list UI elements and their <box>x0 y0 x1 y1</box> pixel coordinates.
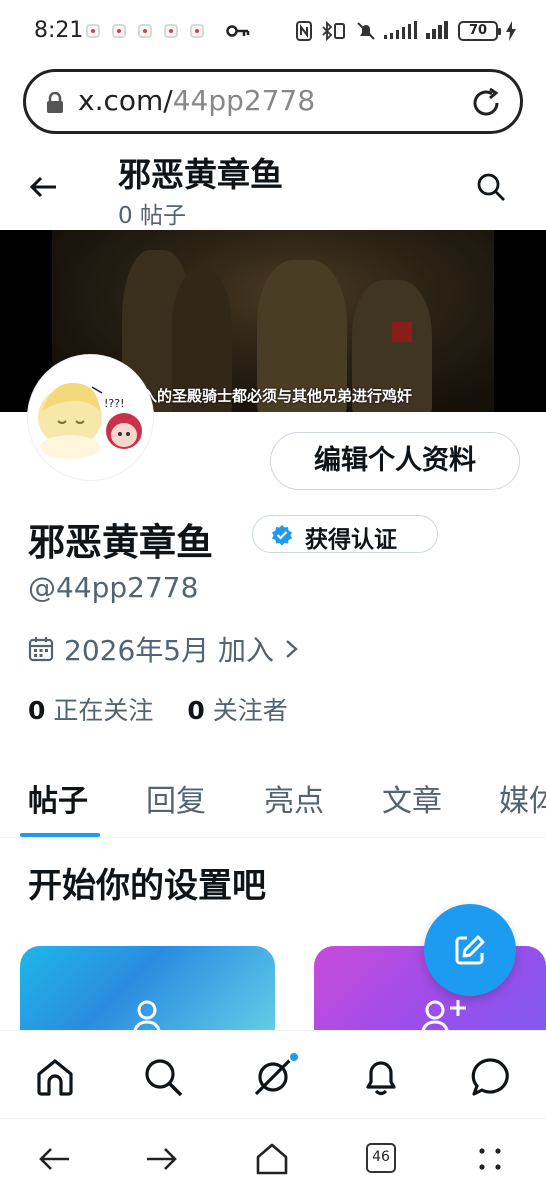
joined-label: 2026年5月 加入 <box>64 634 274 667</box>
nfc-icon <box>296 21 312 41</box>
setup-title: 开始你的设置吧 <box>28 866 266 906</box>
notification-icon <box>190 24 204 38</box>
header-title: 邪恶黄章鱼 <box>118 155 283 194</box>
browser-home-icon[interactable] <box>254 1141 290 1177</box>
post-count: 0 帖子 <box>118 203 186 229</box>
browser-menu-icon[interactable] <box>472 1141 508 1177</box>
calendar-icon <box>28 637 54 662</box>
bell-icon[interactable] <box>360 1056 402 1098</box>
grok-icon[interactable] <box>252 1056 294 1098</box>
chevron-right-icon <box>286 640 298 658</box>
url-path: 44pp2778 <box>172 84 316 117</box>
tab-highlights[interactable]: 亮点 <box>264 776 324 820</box>
followers-link[interactable]: 0 关注者 <box>187 696 287 725</box>
followers-count: 0 <box>187 696 205 725</box>
status-bar: 8:21 70 <box>0 0 546 62</box>
search-icon[interactable] <box>476 172 506 202</box>
tab-switcher-button[interactable]: 46 <box>366 1143 396 1173</box>
tab-posts[interactable]: 帖子 <box>28 776 88 820</box>
chat-icon[interactable] <box>470 1056 512 1098</box>
banner-caption: 入的圣殿骑士都必须与其他兄弟进行鸡奸 <box>142 387 413 405</box>
lock-icon[interactable] <box>46 92 64 114</box>
joined-date[interactable]: 2026年5月 加入 <box>28 629 302 669</box>
follow-stats: 0 正在关注 0 关注者 <box>28 691 288 727</box>
get-verified-label: 获得认证 <box>305 527 397 553</box>
svg-text:!??!: !??! <box>104 397 125 410</box>
followers-label: 关注者 <box>212 696 288 725</box>
profile-handle: @44pp2778 <box>28 571 199 604</box>
get-verified-button[interactable]: 获得认证 <box>252 515 438 553</box>
notification-icon <box>112 24 126 38</box>
url-domain: x.com/ <box>78 84 173 117</box>
charging-icon <box>506 21 516 41</box>
compose-button[interactable] <box>424 904 516 996</box>
battery-indicator: 70 <box>458 21 501 41</box>
browser-toolbar <box>0 1118 546 1200</box>
browser-back-icon[interactable] <box>36 1141 72 1177</box>
avatar[interactable]: !??! <box>28 355 153 480</box>
compose-icon <box>455 935 485 965</box>
notification-dot <box>288 1051 300 1063</box>
following-label: 正在关注 <box>53 696 154 725</box>
avatar-image: !??! <box>32 359 149 476</box>
edit-profile-button[interactable]: 编辑个人资料 <box>270 432 520 490</box>
following-count: 0 <box>28 696 46 725</box>
home-icon[interactable] <box>34 1056 76 1098</box>
url-text[interactable]: x.com/44pp2778 <box>78 84 315 117</box>
tab-replies[interactable]: 回复 <box>146 776 206 820</box>
search-icon[interactable] <box>142 1056 184 1098</box>
active-tab-indicator <box>20 833 100 837</box>
verified-badge-icon <box>272 525 292 546</box>
url-bar[interactable]: x.com/44pp2778 <box>23 69 523 134</box>
signal-icon <box>426 21 448 39</box>
back-arrow-icon[interactable] <box>26 170 60 204</box>
profile-header: 邪恶黄章鱼 0 帖子 <box>0 140 546 230</box>
following-link[interactable]: 0 正在关注 <box>28 696 153 725</box>
notification-icon <box>86 24 100 38</box>
profile-name: 邪恶黄章鱼 <box>28 521 213 564</box>
signal-icon <box>384 21 417 39</box>
bluetooth-vibrate-icon <box>322 21 345 41</box>
banner-cross <box>392 322 412 342</box>
reload-icon[interactable] <box>470 87 502 119</box>
browser-forward-icon[interactable] <box>144 1141 180 1177</box>
notification-icon <box>138 24 152 38</box>
tab-media[interactable]: 媒体 <box>499 776 546 820</box>
key-icon <box>226 25 250 37</box>
bottom-nav <box>0 1030 546 1118</box>
profile-tabs: 帖子 回复 亮点 文章 媒体 <box>0 760 546 838</box>
tab-articles[interactable]: 文章 <box>382 776 442 820</box>
notification-icon <box>164 24 178 38</box>
mute-icon <box>357 22 375 40</box>
status-time: 8:21 <box>34 18 84 43</box>
